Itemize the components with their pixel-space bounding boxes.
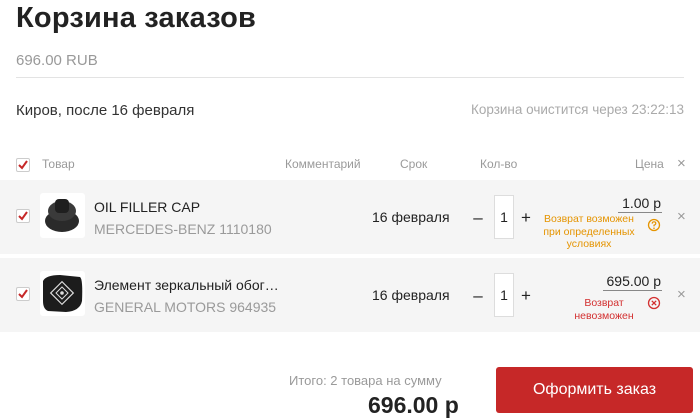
return-possible-icon xyxy=(647,218,661,232)
qty-input[interactable]: 1 xyxy=(494,195,514,239)
total-label: Итого: 2 товара на сумму xyxy=(289,373,442,388)
mirror-element-image xyxy=(43,275,83,312)
oil-cap-image xyxy=(45,199,79,232)
cart-clear-timer: Корзина очистится через 23:22:13 xyxy=(470,102,684,117)
item-checkbox[interactable] xyxy=(16,287,30,301)
remove-item-button[interactable]: × xyxy=(677,209,686,224)
remove-item-button[interactable]: × xyxy=(677,287,686,302)
table-row: Элемент зеркальный обог… GENERAL MOTORS … xyxy=(0,258,700,332)
divider xyxy=(16,77,684,78)
delivery-term: 16 февраля xyxy=(372,287,450,303)
column-header-comment: Комментарий xyxy=(285,157,361,171)
clear-cart-button[interactable]: × xyxy=(677,156,686,171)
table-header: Товар Комментарий Срок Кол-во Цена × xyxy=(0,150,700,178)
product-image[interactable] xyxy=(40,271,85,316)
product-image[interactable] xyxy=(40,193,85,238)
return-text-line: Возврат xyxy=(584,297,624,309)
cart-subtotal: 696.00 RUB xyxy=(16,52,98,69)
return-text-line: Возврат возможен xyxy=(544,213,634,225)
return-text-line: невозможен xyxy=(574,309,634,322)
item-price: 1.00 р xyxy=(618,195,662,213)
total-amount: 696.00 р xyxy=(368,392,459,418)
product-name[interactable]: OIL FILLER CAP xyxy=(94,199,200,215)
column-header-product: Товар xyxy=(42,157,75,171)
column-header-qty: Кол-во xyxy=(480,157,518,171)
qty-plus-button[interactable]: + xyxy=(516,276,536,316)
check-icon xyxy=(18,289,28,299)
product-name[interactable]: Элемент зеркальный обог… xyxy=(94,277,279,293)
delivery-term: 16 февраля xyxy=(372,209,450,225)
checkout-button[interactable]: Оформить заказ xyxy=(496,367,693,413)
return-impossible-icon xyxy=(647,296,661,310)
check-icon xyxy=(18,160,28,170)
qty-input[interactable]: 1 xyxy=(494,273,514,317)
return-status: Возврат возможен при определенных услови… xyxy=(529,213,649,251)
page-title: Корзина заказов xyxy=(16,2,257,34)
qty-minus-button[interactable]: – xyxy=(468,198,488,238)
column-header-term: Срок xyxy=(400,157,428,171)
qty-minus-button[interactable]: – xyxy=(468,276,488,316)
item-checkbox[interactable] xyxy=(16,209,30,223)
select-all-checkbox[interactable] xyxy=(16,158,30,172)
return-text-line: при определенных xyxy=(543,225,635,238)
item-price: 695.00 р xyxy=(602,273,662,291)
product-brand: MERCEDES-BENZ 1110180 xyxy=(94,221,272,237)
return-status: Возврат невозможен xyxy=(559,297,649,322)
delivery-city: Киров, после 16 февраля xyxy=(16,102,195,119)
product-brand: GENERAL MOTORS 964935 xyxy=(94,299,277,315)
return-text-line: условиях xyxy=(566,238,612,250)
table-row: OIL FILLER CAP MERCEDES-BENZ 1110180 16 … xyxy=(0,180,700,254)
column-header-price: Цена xyxy=(635,157,664,171)
check-icon xyxy=(18,211,28,221)
